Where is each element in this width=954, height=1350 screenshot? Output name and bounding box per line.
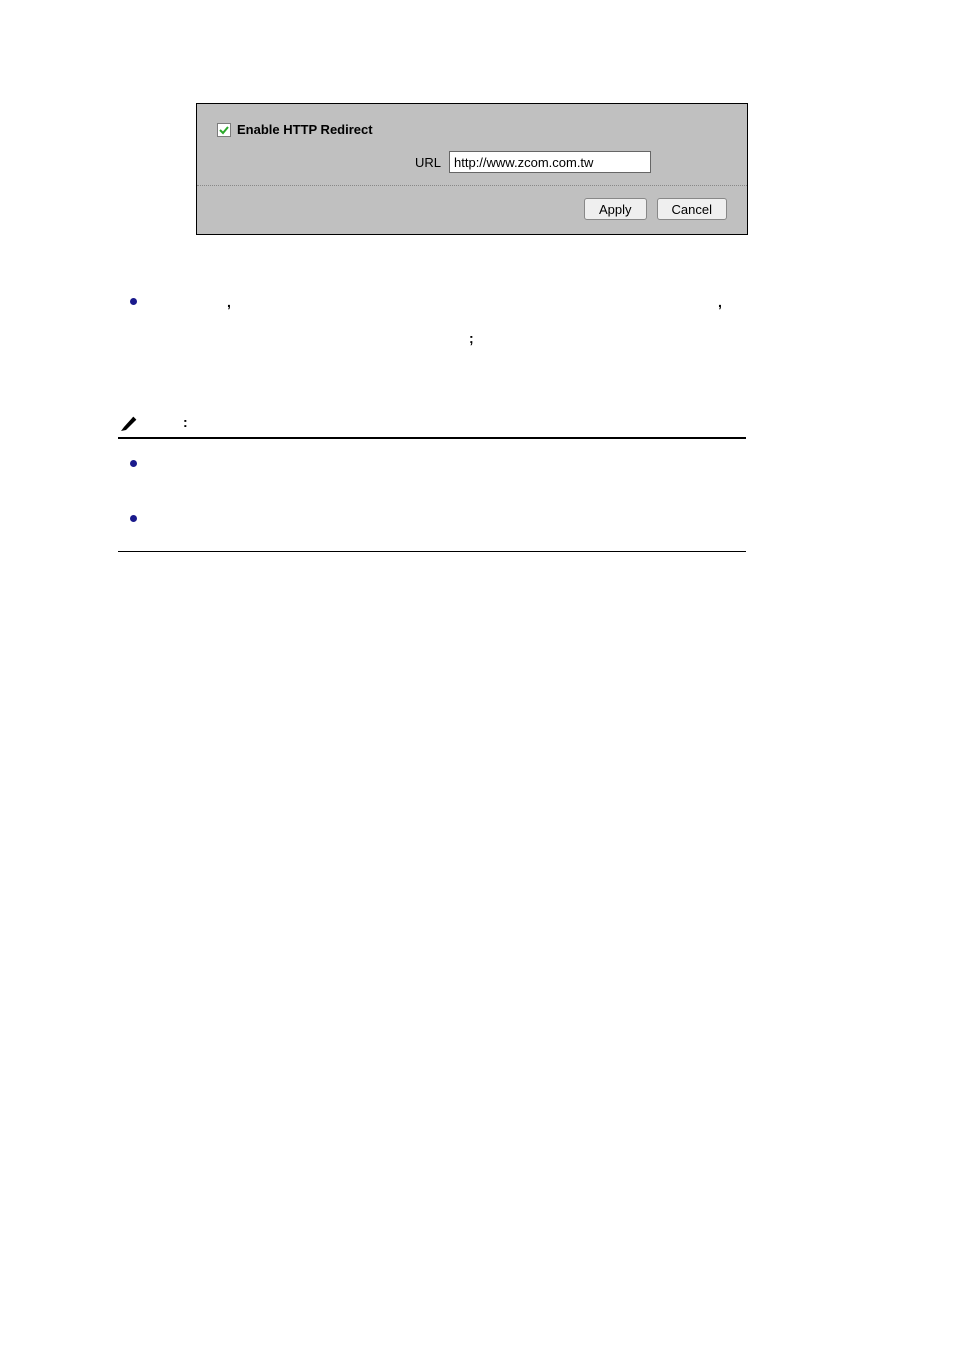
http-redirect-panel: Enable HTTP Redirect URL Apply Cancel	[196, 103, 748, 235]
horizontal-rule	[118, 551, 746, 552]
punctuation-mark: :	[183, 414, 188, 430]
bullet-item-1	[130, 298, 137, 305]
punctuation-mark: ;	[469, 330, 474, 346]
checkmark-icon	[219, 125, 229, 135]
apply-button[interactable]: Apply	[584, 198, 647, 220]
pen-icon	[119, 413, 139, 433]
panel-button-row: Apply Cancel	[197, 186, 747, 234]
bullet-item-2	[130, 460, 137, 467]
url-input[interactable]	[449, 151, 651, 173]
enable-http-redirect-label: Enable HTTP Redirect	[237, 122, 373, 137]
bullet-item-3	[130, 515, 137, 522]
bullet-icon	[130, 298, 137, 305]
horizontal-rule	[118, 437, 746, 439]
enable-http-redirect-checkbox[interactable]	[217, 123, 231, 137]
url-row: URL	[415, 151, 727, 173]
url-label: URL	[415, 155, 441, 170]
punctuation-mark: ,	[718, 294, 722, 310]
panel-top-section: Enable HTTP Redirect URL	[197, 104, 747, 186]
punctuation-mark: ,	[227, 294, 231, 310]
enable-http-redirect-row: Enable HTTP Redirect	[217, 122, 727, 137]
cancel-button[interactable]: Cancel	[657, 198, 727, 220]
bullet-icon	[130, 515, 137, 522]
bullet-icon	[130, 460, 137, 467]
